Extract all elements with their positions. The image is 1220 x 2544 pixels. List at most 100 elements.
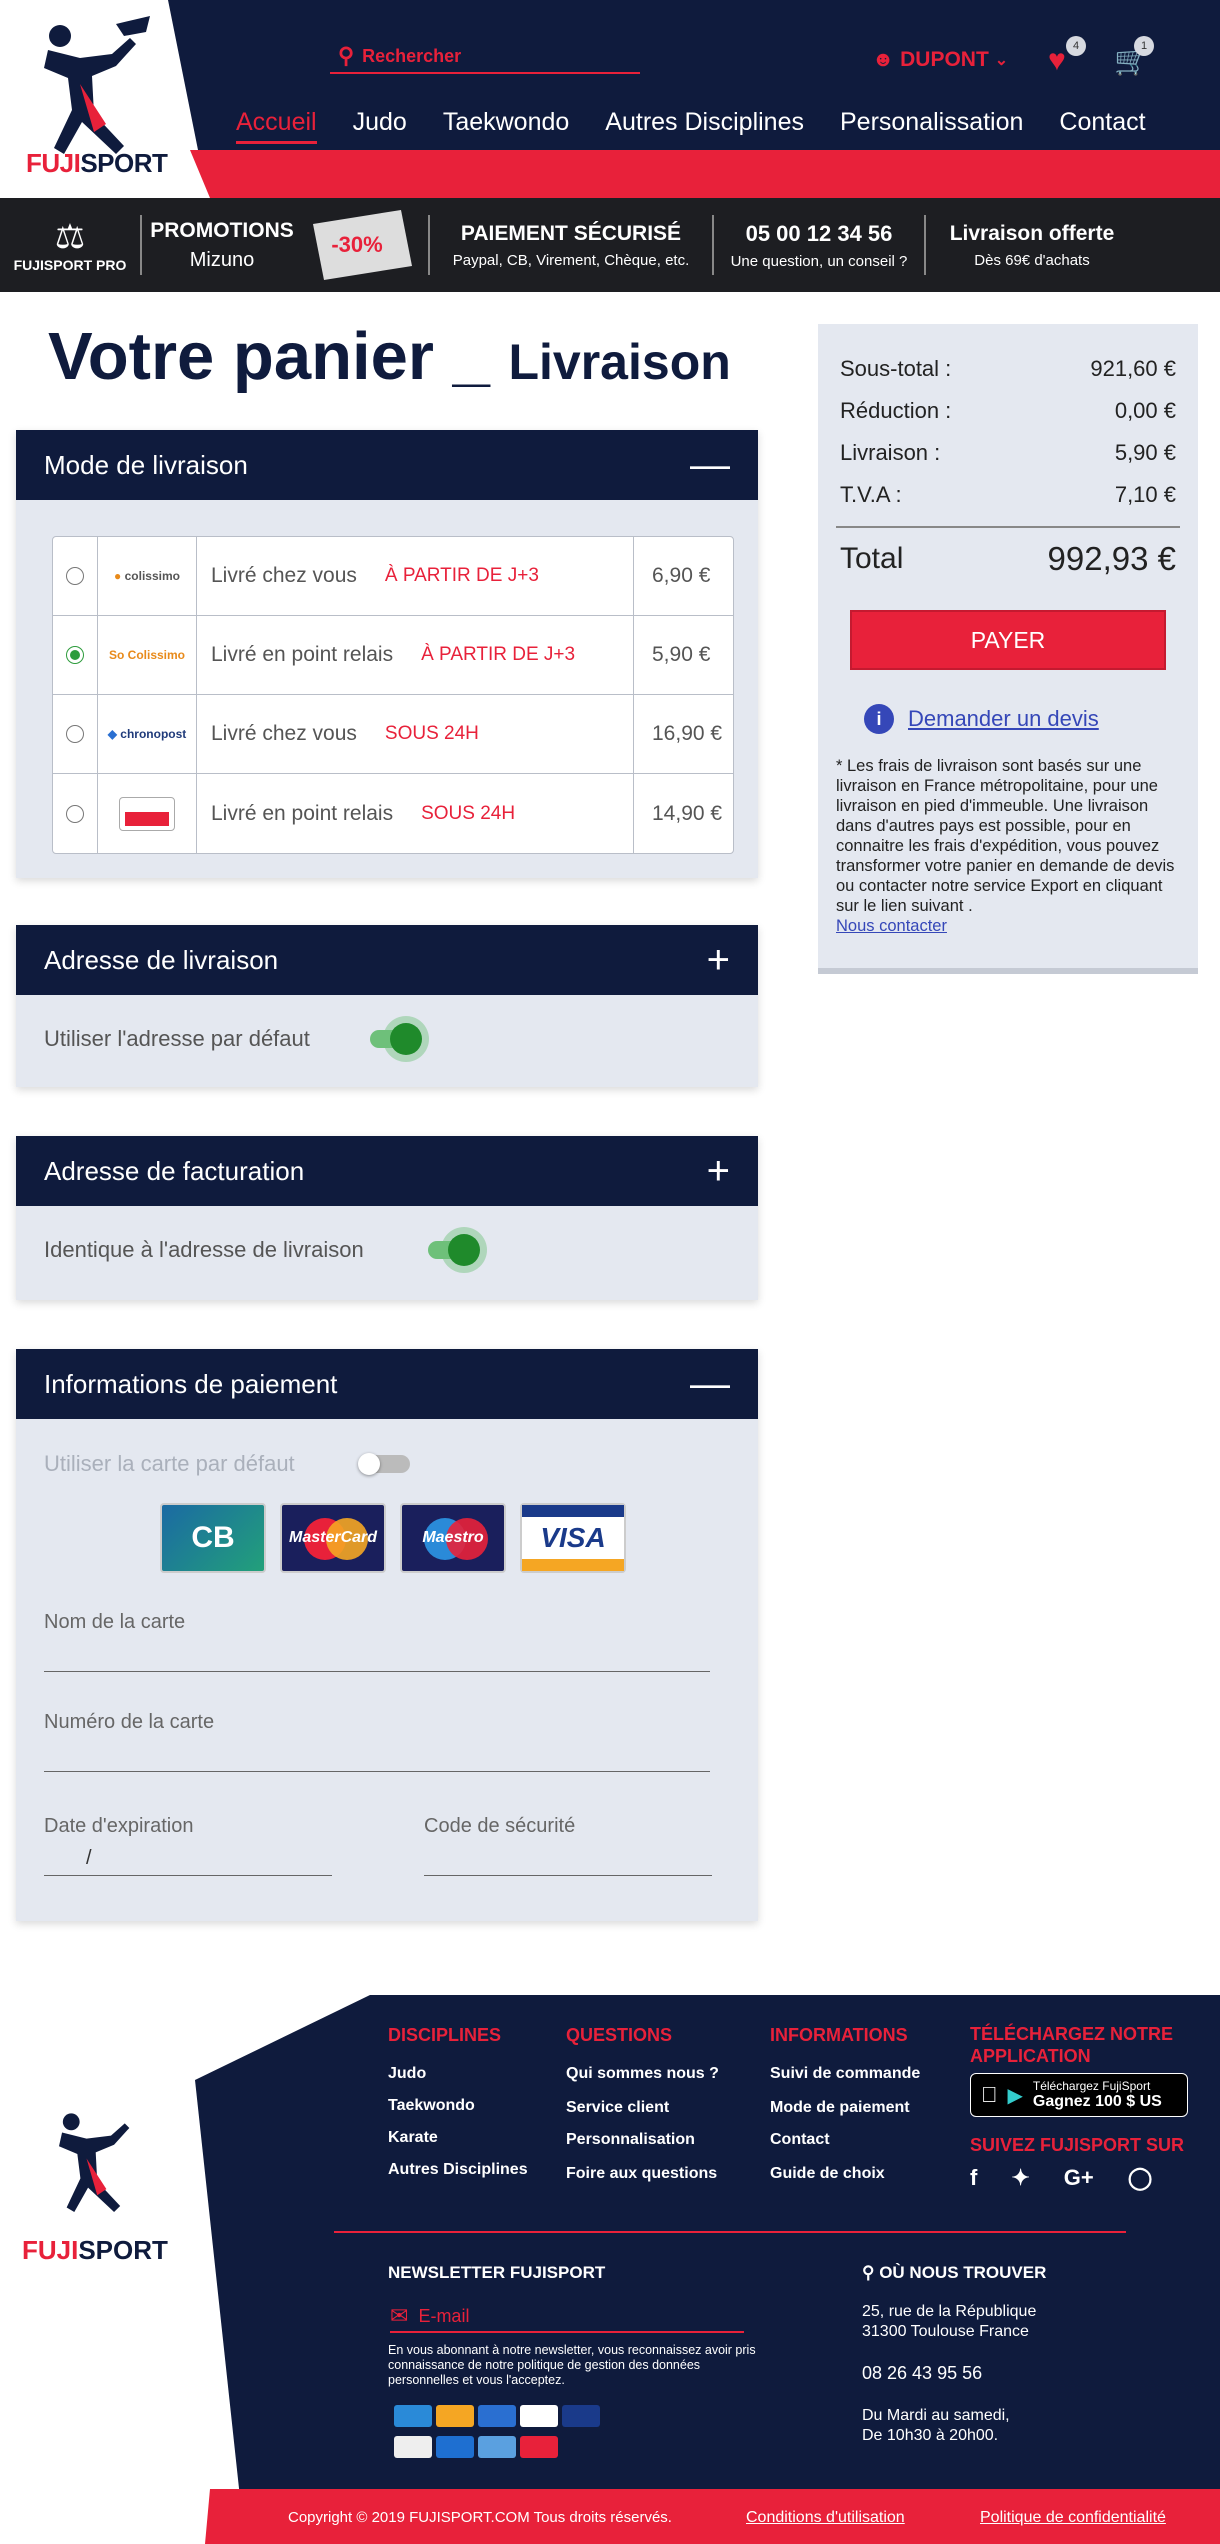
same-as-delivery-toggle[interactable] [427, 1234, 480, 1266]
free-delivery-block: Livraison offerte Dès 69€ d'achats [949, 221, 1115, 269]
footer-link[interactable]: Karate [388, 2129, 438, 2147]
footer-link[interactable]: Service client [566, 2099, 669, 2117]
shipping-radio[interactable] [66, 804, 84, 823]
footer-link[interactable]: Personnalisation [566, 2131, 695, 2149]
payment-info-card: Informations de paiement — Utiliser la c… [16, 1349, 758, 1921]
twitter-icon[interactable]: ✦ [1011, 2165, 1029, 2191]
nav-contact[interactable]: Contact [1059, 108, 1145, 144]
so-colissimo-logo-icon: So Colissimo [97, 615, 197, 695]
visa-icon[interactable]: VISA [520, 1503, 626, 1573]
cvv-input[interactable] [424, 1875, 712, 1876]
info-icon: i [864, 704, 894, 734]
footer-link[interactable]: Contact [770, 2131, 830, 2149]
colissimo-logo-icon: ● colissimo [97, 536, 197, 616]
collapse-icon[interactable]: — [690, 443, 730, 488]
maestro-icon [478, 2405, 516, 2427]
google-plus-icon[interactable]: G+ [1064, 2165, 1094, 2191]
promo-block[interactable]: PROMOTIONS Mizuno [142, 214, 302, 276]
mastercard-icon[interactable]: MasterCard [280, 1503, 386, 1573]
ogone-icon [478, 2436, 516, 2458]
terms-link[interactable]: Conditions d'utilisation [746, 2509, 905, 2527]
nav-personalisation[interactable]: Personalissation [840, 108, 1023, 144]
where-heading: ⚲ OÙ NOUS TROUVER [862, 2263, 1047, 2282]
brand-name: FUJISPORT [26, 148, 168, 178]
privacy-link[interactable]: Politique de confidentialité [980, 2509, 1166, 2527]
expand-icon[interactable]: + [707, 1149, 730, 1194]
expand-icon[interactable]: + [707, 938, 730, 983]
apple-icon:  [981, 2082, 998, 2108]
default-address-toggle[interactable] [369, 1023, 422, 1055]
footer-link[interactable]: Suivi de commande [770, 2065, 920, 2083]
wishlist-button[interactable]: ♥ [1048, 44, 1066, 78]
fighter-icon: ⚖ [54, 218, 86, 256]
contact-link[interactable]: Nous contacter [836, 917, 947, 935]
cb-card-icon[interactable]: CB [160, 1503, 266, 1573]
shipping-note: * Les frais de livraison sont basés sur … [836, 757, 1175, 935]
shipping-radio[interactable] [66, 567, 84, 585]
pay-button[interactable]: PAYER [850, 610, 1166, 670]
shipping-option[interactable]: So Colissimo Livré en point relais À PART… [53, 615, 733, 695]
card-brands: CB MasterCard Maestro VISA [160, 1503, 626, 1573]
request-quote-link[interactable]: i Demander un devis [864, 704, 1099, 734]
shipping-option[interactable]: ◆ chronopost Livré chez vous SOUS 24H 16,… [53, 694, 733, 774]
nav-accueil[interactable]: Accueil [236, 108, 317, 144]
instagram-icon[interactable]: ◯ [1128, 2165, 1153, 2191]
footer-phone[interactable]: 08 26 43 95 56 [862, 2363, 982, 2384]
footer-link[interactable]: Taekwondo [388, 2097, 475, 2115]
fujisport-footer-logo[interactable] [28, 2105, 168, 2235]
app-store-badge[interactable]:  ▶ Téléchargez FujiSport Gagnez 100 $ U… [970, 2073, 1188, 2117]
mail-icon: ✉ [390, 2303, 409, 2328]
page-title: Votre panier _ Livraison [48, 319, 731, 394]
user-icon: ☻ [872, 48, 895, 71]
nav-taekwondo[interactable]: Taekwondo [443, 108, 569, 144]
footer-link[interactable]: Judo [388, 2065, 426, 2083]
chronopost-relais-logo-icon [97, 774, 197, 853]
maestro-icon[interactable]: Maestro [400, 1503, 506, 1573]
cart-count-badge: 1 [1134, 36, 1154, 56]
chronopost-logo-icon: ◆ chronopost [97, 694, 197, 774]
promo-band: ⚖ FUJISPORT PRO PROMOTIONS Mizuno -30% P… [0, 198, 1220, 292]
promo-badge: -30% [313, 210, 412, 280]
newsletter-email-input[interactable]: ✉ E-mail [390, 2301, 744, 2333]
site-footer: FUJISPORT DISCIPLINES Judo Taekwondo Kar… [0, 1995, 1220, 2544]
billing-address-header[interactable]: Adresse de facturation + [16, 1136, 758, 1206]
footer-link[interactable]: Foire aux questions [566, 2165, 717, 2183]
shipping-radio-selected[interactable] [66, 646, 84, 664]
shipping-option[interactable]: ● colissimo Livré chez vous À PARTIR DE J… [53, 536, 733, 616]
footer-link[interactable]: Guide de choix [770, 2165, 885, 2183]
footer-link[interactable]: Autres Disciplines [388, 2161, 528, 2179]
default-card-toggle[interactable] [358, 1453, 410, 1475]
card-number-input[interactable] [44, 1771, 710, 1772]
collapse-icon[interactable]: — [690, 1362, 730, 1407]
fujisport-pro-link[interactable]: ⚖ FUJISPORT PRO [0, 214, 140, 276]
cheque-icon [394, 2436, 432, 2458]
secure-payment-block: PAIEMENT SÉCURISÉ Paypal, CB, Virement, … [452, 221, 690, 269]
delivery-address-card: Adresse de livraison + Utiliser l'adress… [16, 925, 758, 1087]
site-header: FUJISPORT ⚲ Rechercher ☻ DUPONT ⌄ ♥ 4 🛒 … [0, 0, 1220, 200]
phone-block[interactable]: 05 00 12 34 56 Une question, un conseil … [714, 214, 924, 276]
nav-autres-disciplines[interactable]: Autres Disciplines [605, 108, 804, 144]
user-menu[interactable]: ☻ DUPONT ⌄ [872, 48, 1008, 72]
delivery-address-header[interactable]: Adresse de livraison + [16, 925, 758, 995]
facebook-icon[interactable]: f [970, 2165, 977, 2191]
card-name-input[interactable] [44, 1671, 710, 1672]
chevron-down-icon: ⌄ [994, 52, 1009, 69]
order-summary: Sous-total : 921,60 € Réduction : 0,00 €… [818, 324, 1198, 974]
footer-link[interactable]: Qui sommes nous ? [566, 2065, 719, 2083]
hsbc-icon [520, 2436, 558, 2458]
wishlist-count-badge: 4 [1066, 36, 1086, 56]
billing-address-card: Adresse de facturation + Identique à l'a… [16, 1136, 758, 1300]
footer-link[interactable]: Mode de paiement [770, 2099, 910, 2117]
nav-judo[interactable]: Judo [353, 108, 407, 144]
shipping-option[interactable]: Livré en point relais SOUS 24H 14,90 € [53, 774, 733, 853]
shipping-mode-header[interactable]: Mode de livraison — [16, 430, 758, 500]
search-input[interactable]: ⚲ Rechercher [330, 40, 640, 74]
expiry-input[interactable] [44, 1875, 332, 1876]
payment-methods [392, 2403, 602, 2465]
search-icon: ⚲ [338, 43, 355, 68]
paypal-icon [436, 2436, 474, 2458]
footer-brand: FUJISPORT [22, 2235, 168, 2265]
payment-info-header[interactable]: Informations de paiement — [16, 1349, 758, 1419]
shipping-radio[interactable] [66, 725, 84, 743]
location-pin-icon: ⚲ [862, 2263, 875, 2282]
